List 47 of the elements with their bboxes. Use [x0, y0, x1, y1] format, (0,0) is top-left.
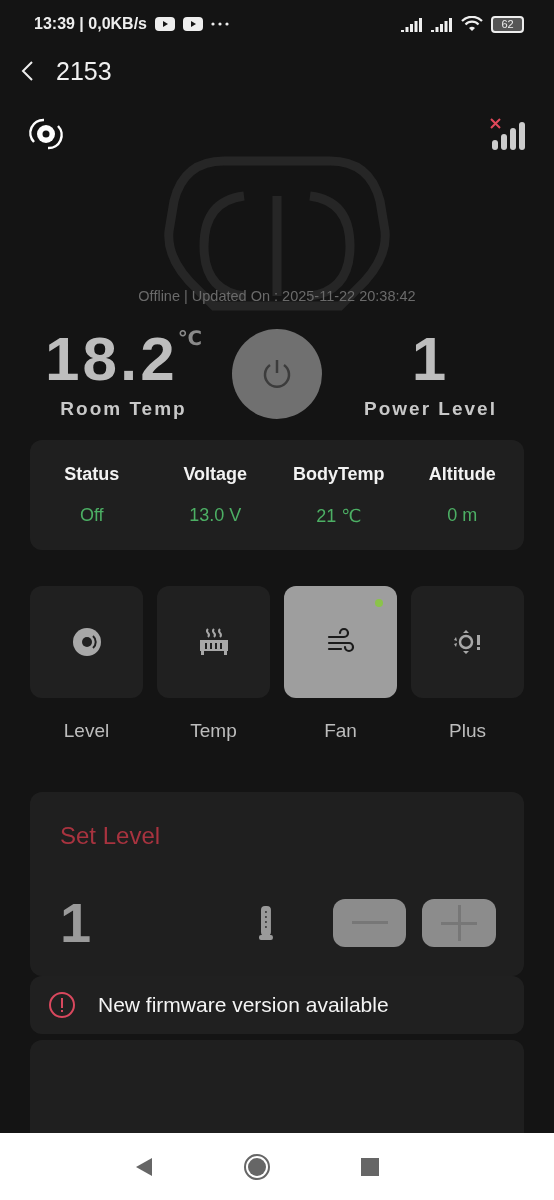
signal-icon — [431, 16, 453, 32]
brightness-alert-icon — [452, 627, 483, 657]
power-level-label: Power Level — [364, 398, 497, 420]
card-title: Set Level — [60, 822, 162, 850]
stat-label: Altitude — [428, 464, 496, 485]
alert-text: New firmware version available — [98, 993, 389, 1017]
video-icon — [155, 17, 175, 31]
wifi-icon — [461, 16, 483, 32]
alert-icon — [48, 991, 76, 1019]
stat-label: Status — [64, 464, 120, 485]
increase-button[interactable] — [422, 898, 496, 947]
power-level-value: 1 — [411, 328, 450, 390]
status-time: 13:39 | 0,0KB/s — [34, 15, 147, 33]
stat-value: Off — [79, 505, 104, 526]
back-icon[interactable] — [20, 60, 34, 82]
active-dot — [375, 599, 383, 607]
stat-value: 0 m — [447, 505, 478, 526]
nav-recents-icon[interactable] — [361, 1157, 379, 1176]
video-icon — [183, 17, 203, 31]
stat-value: 21 ℃ — [316, 504, 362, 527]
mode-tile[interactable] — [284, 586, 397, 698]
room-temp-label: Room Temp — [60, 398, 187, 420]
decrease-button[interactable] — [332, 898, 407, 947]
mode-label: Fan — [324, 720, 357, 742]
more-icon — [211, 22, 229, 26]
nav-home-icon[interactable] — [243, 1152, 271, 1181]
tower-icon — [258, 905, 273, 940]
disc-icon — [71, 627, 102, 657]
mode-tile[interactable] — [157, 586, 270, 698]
stat-label: Voltage — [183, 464, 248, 485]
room-temperature-value: 18.2℃ — [45, 328, 202, 390]
hurricane-icon[interactable] — [28, 118, 64, 150]
nav-back-icon[interactable] — [135, 1156, 153, 1177]
stat-label: BodyTemp — [292, 463, 385, 485]
mode-label: Level — [63, 720, 110, 742]
mode-tile[interactable] — [411, 586, 524, 698]
battery-indicator: 62 — [491, 15, 524, 33]
signal-icon — [401, 16, 423, 32]
mode-label: Temp — [190, 720, 237, 742]
device-title: 2153 — [56, 56, 112, 86]
stat-value: 13.0 V — [189, 505, 242, 526]
device-status-line: Offline | Updated On : 2025-11-22 20:38:42 — [137, 288, 417, 306]
firmware-banner[interactable]: New firmware version available — [30, 976, 524, 1034]
mode-label: Plus — [449, 720, 486, 742]
heater-icon — [198, 627, 229, 657]
level-value: 1 — [60, 890, 93, 955]
mode-tile[interactable] — [30, 586, 143, 698]
